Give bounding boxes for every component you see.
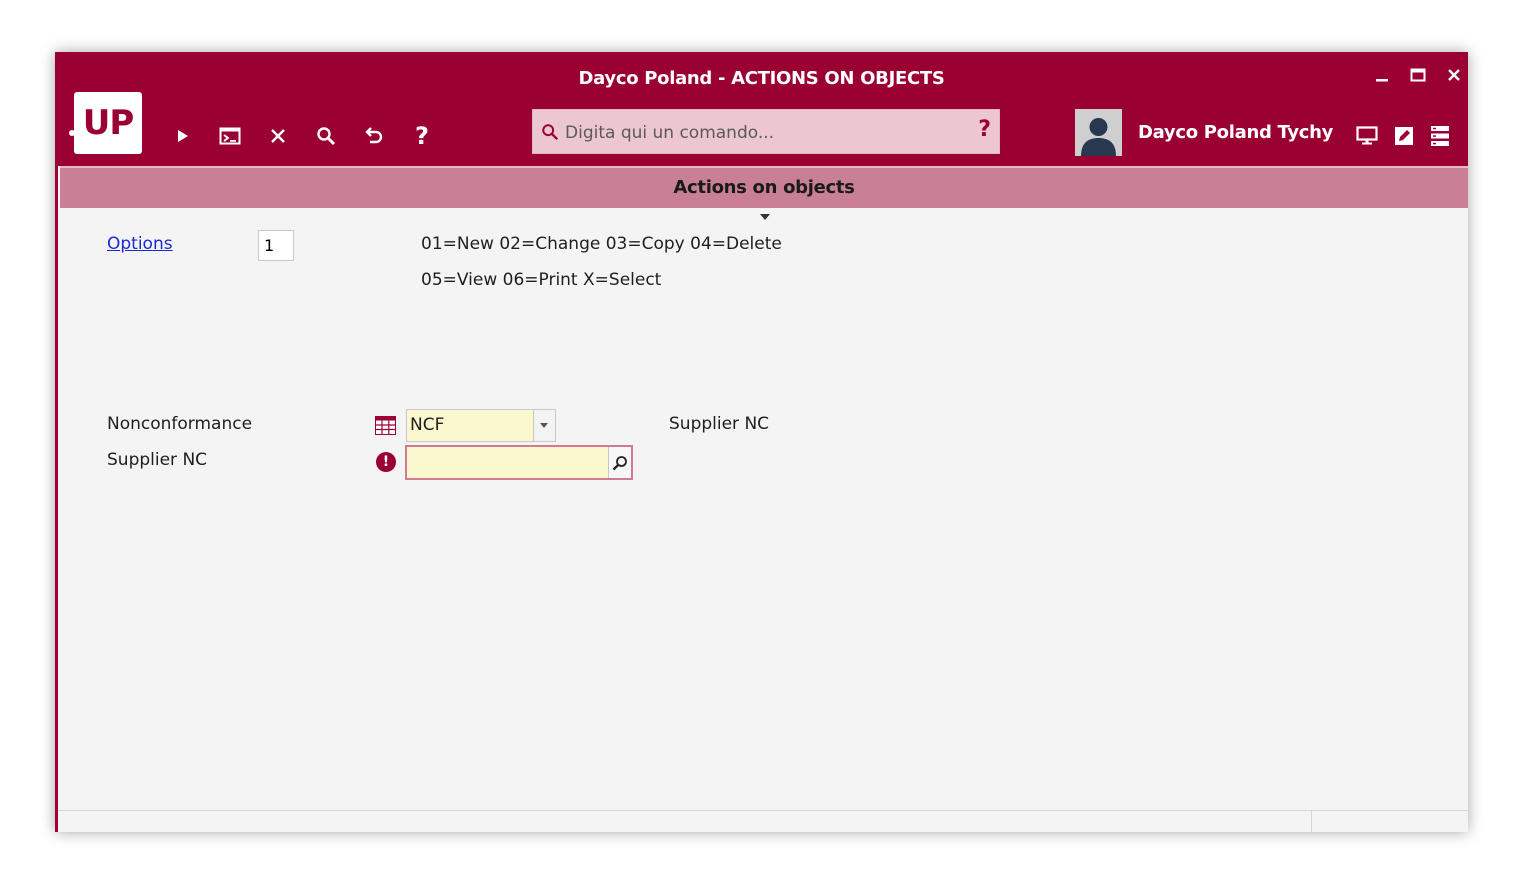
nonconformance-label: Nonconformance (107, 414, 253, 434)
options-hint-line1: 01=New 02=Change 03=Copy 04=Delete (421, 234, 782, 254)
command-search-icon (542, 124, 559, 141)
menu-list-icon[interactable] (1426, 122, 1454, 150)
logo-dot (69, 130, 75, 136)
title-bar: Dayco Poland - ACTIONS ON OBJECTS UP ? D… (55, 52, 1468, 166)
minimize-button[interactable] (1371, 66, 1393, 88)
play-icon[interactable] (169, 122, 197, 150)
status-bar (58, 810, 1468, 832)
window-title: Dayco Poland - ACTIONS ON OBJECTS (578, 68, 945, 89)
error-icon: ! (376, 452, 396, 472)
lookup-icon[interactable] (608, 447, 631, 478)
user-name[interactable]: Dayco Poland Tychy (1138, 122, 1333, 143)
close-icon[interactable] (264, 122, 292, 150)
collapse-arrow-icon[interactable] (760, 214, 770, 220)
supplier-nc-input[interactable] (409, 449, 609, 478)
help-icon[interactable]: ? (408, 122, 436, 150)
monitor-icon[interactable] (1353, 122, 1381, 150)
nonconformance-value: NCF (410, 415, 445, 435)
terminal-icon[interactable] (216, 122, 244, 150)
command-input[interactable] (563, 117, 967, 149)
nonconformance-description: Supplier NC (669, 414, 770, 434)
edit-icon[interactable] (1390, 122, 1418, 150)
chevron-down-icon[interactable] (533, 410, 555, 441)
search-icon[interactable] (312, 122, 340, 150)
section-header: Actions on objects (60, 166, 1468, 208)
options-hint-line2: 05=View 06=Print X=Select (421, 270, 662, 290)
undo-icon[interactable] (360, 122, 388, 150)
command-box[interactable]: ? (532, 109, 1000, 154)
maximize-button[interactable] (1407, 66, 1429, 88)
options-input[interactable] (258, 230, 294, 261)
nonconformance-select[interactable]: NCF (406, 409, 556, 442)
window-left-edge (55, 52, 58, 832)
options-link[interactable]: Options (107, 234, 173, 254)
command-help-icon[interactable]: ? (978, 117, 991, 142)
section-title: Actions on objects (673, 177, 855, 198)
supplier-nc-field[interactable] (405, 445, 633, 480)
supplier-nc-label: Supplier NC (107, 450, 208, 470)
app-logo[interactable]: UP (74, 92, 142, 154)
avatar[interactable] (1075, 109, 1122, 156)
close-window-button[interactable] (1443, 66, 1465, 88)
application-window: Dayco Poland - ACTIONS ON OBJECTS UP ? D… (55, 52, 1468, 832)
table-grid-icon[interactable] (375, 416, 396, 435)
status-separator (1311, 811, 1312, 832)
